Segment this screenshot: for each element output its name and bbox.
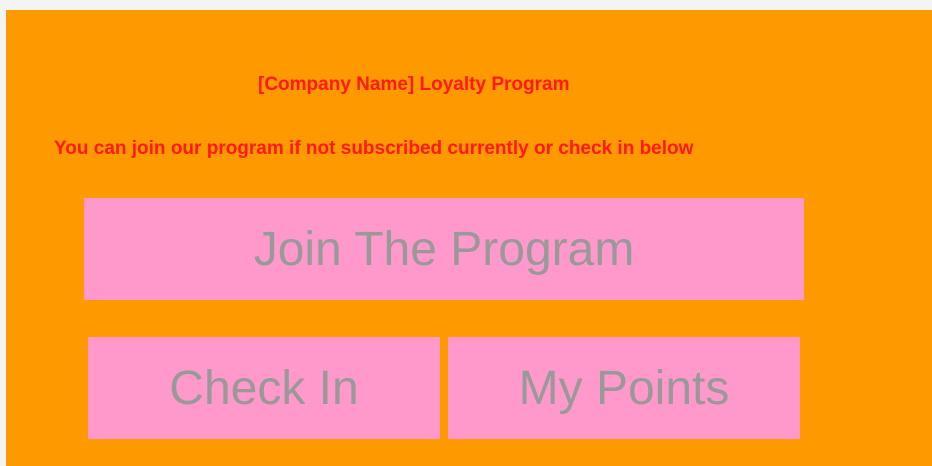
check-in-button[interactable]: Check In <box>88 337 440 439</box>
app-window: [Company Name] Loyalty Program You can j… <box>0 0 932 466</box>
page-subtitle: You can join our program if not subscrib… <box>54 138 694 159</box>
join-program-button[interactable]: Join The Program <box>84 198 804 300</box>
page-title: [Company Name] Loyalty Program <box>258 74 570 95</box>
my-points-button[interactable]: My Points <box>448 337 800 439</box>
